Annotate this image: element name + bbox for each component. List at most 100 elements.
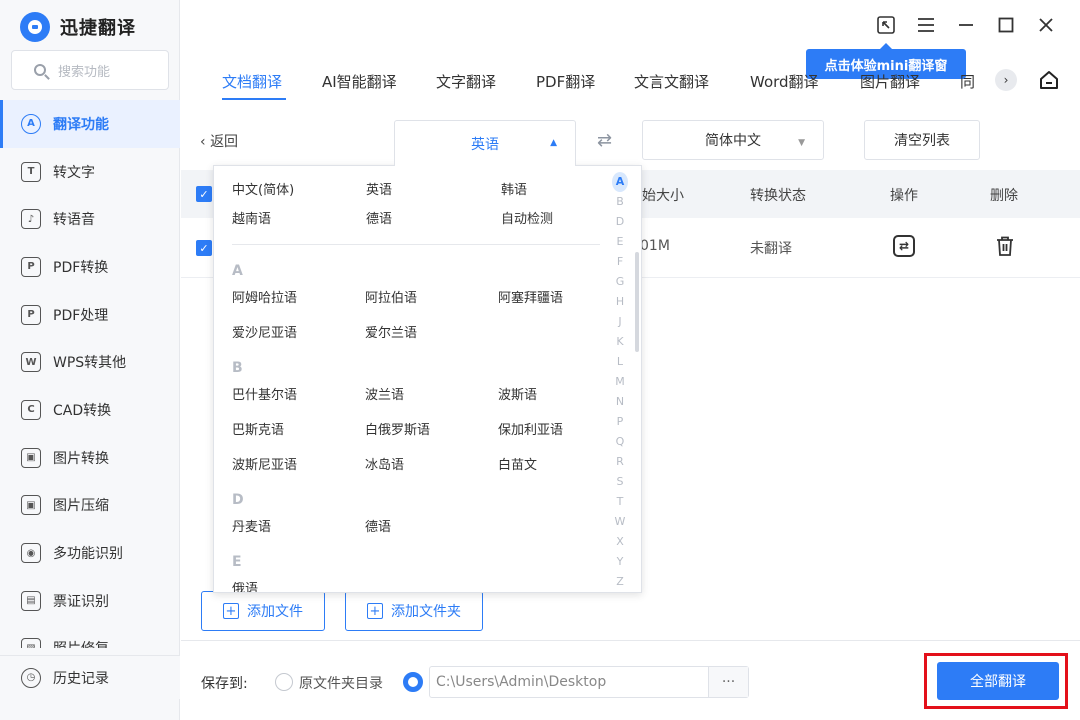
pdf-convert-icon: P [21, 256, 41, 277]
language-option[interactable]: 阿拉伯语 [365, 287, 417, 306]
delete-icon[interactable] [996, 236, 1014, 256]
tab-7[interactable]: 同 [942, 66, 982, 96]
alphabet-letter[interactable]: J [612, 312, 628, 332]
language-option[interactable]: 爱尔兰语 [365, 322, 417, 341]
language-option[interactable]: 俄语 [232, 578, 258, 592]
sidebar-item-2[interactable]: ♪ 转语音 [0, 195, 180, 243]
sidebar-item-8[interactable]: ▣ 图片压缩 [0, 482, 180, 530]
search-placeholder: 搜索功能 [58, 64, 111, 80]
source-language-select[interactable]: 英语 ▲ [394, 120, 576, 166]
translate-all-button[interactable]: 全部翻译 [937, 662, 1059, 700]
original-dir-radio[interactable] [275, 673, 293, 691]
sidebar-item-label: 转语音 [53, 212, 95, 229]
maximize-icon[interactable] [993, 12, 1019, 38]
language-option[interactable]: 德语 [365, 516, 391, 535]
sidebar-item-0[interactable]: A 翻译功能 [0, 100, 180, 148]
language-option[interactable]: 阿塞拜疆语 [498, 287, 563, 306]
target-language-select[interactable]: 简体中文 ▼ [642, 120, 824, 160]
minimize-icon[interactable] [953, 12, 979, 38]
language-option[interactable]: 巴斯克语 [232, 419, 284, 438]
search-input[interactable]: 搜索功能 [11, 50, 169, 90]
eye-icon: ◉ [21, 543, 41, 564]
language-option[interactable]: 韩语 [501, 179, 527, 198]
alphabet-letter[interactable]: N [612, 392, 628, 412]
clear-list-button[interactable]: 清空列表 [864, 120, 980, 160]
alphabet-letter[interactable]: K [612, 332, 628, 352]
sidebar-item-9[interactable]: ◉ 多功能识别 [0, 529, 180, 577]
language-option[interactable]: 波斯语 [498, 384, 537, 403]
menu-icon[interactable] [913, 12, 939, 38]
alphabet-letter[interactable]: A [612, 172, 628, 192]
language-option[interactable]: 白俄罗斯语 [365, 419, 430, 438]
alphabet-letter[interactable]: W [612, 512, 628, 532]
close-icon[interactable] [1033, 12, 1059, 38]
language-option[interactable]: 越南语 [232, 208, 271, 227]
sidebar-item-5[interactable]: W WPS转其他 [0, 338, 180, 386]
back-button[interactable]: ‹ 返回 [200, 131, 238, 151]
history-button[interactable]: ◷ 历史记录 [0, 655, 180, 699]
alphabet-letter[interactable]: S [612, 472, 628, 492]
alphabet-letter[interactable]: M [612, 372, 628, 392]
tabs-scroll-right-icon[interactable]: › [995, 69, 1017, 91]
sidebar-item-label: 照片修复 [53, 638, 109, 648]
language-option[interactable]: 中文(简体) [232, 179, 294, 198]
wps-icon: W [21, 352, 41, 373]
alphabet-letter[interactable]: Q [612, 432, 628, 452]
language-option[interactable]: 自动检测 [501, 208, 553, 227]
alphabet-letter[interactable]: Z [612, 572, 628, 592]
alphabet-letter[interactable]: H [612, 292, 628, 312]
alphabet-letter[interactable]: E [612, 232, 628, 252]
sidebar-item-4[interactable]: P PDF处理 [0, 291, 180, 339]
swap-languages-icon[interactable]: ⇄ [597, 130, 612, 151]
alphabet-letter[interactable]: X [612, 532, 628, 552]
add-file-label: 添加文件 [247, 604, 303, 620]
language-option[interactable]: 冰岛语 [365, 454, 404, 473]
alphabet-letter[interactable]: Y [612, 552, 628, 572]
language-option[interactable]: 巴什基尔语 [232, 384, 297, 403]
add-file-button[interactable]: + 添加文件 [201, 591, 325, 631]
convert-icon[interactable]: ⇄ [893, 235, 915, 257]
alphabet-letter[interactable]: R [612, 452, 628, 472]
alphabet-letter[interactable]: F [612, 252, 628, 272]
language-option[interactable]: 丹麦语 [232, 516, 271, 535]
browse-button[interactable]: ··· [708, 667, 748, 697]
output-path-field[interactable]: C:\Users\Admin\Desktop ··· [429, 666, 749, 698]
language-option[interactable]: 德语 [366, 208, 392, 227]
tab-5[interactable]: Word翻译 [732, 66, 842, 96]
sidebar-item-1[interactable]: T 转文字 [0, 148, 180, 196]
language-option[interactable]: 波斯尼亚语 [232, 454, 297, 473]
alphabet-letter[interactable]: P [612, 412, 628, 432]
select-all-checkbox[interactable]: ✓ [196, 186, 212, 202]
cad-icon: C [21, 399, 41, 420]
sidebar-item-10[interactable]: ▤ 票证识别 [0, 577, 180, 625]
tab-6[interactable]: 图片翻译 [842, 66, 942, 96]
row-checkbox[interactable]: ✓ [196, 240, 212, 256]
sidebar-item-3[interactable]: P PDF转换 [0, 243, 180, 291]
language-option[interactable]: 爱沙尼亚语 [232, 322, 297, 341]
alphabet-letter[interactable]: L [612, 352, 628, 372]
header-delete: 删除 [990, 188, 1018, 204]
alphabet-letter[interactable]: B [612, 192, 628, 212]
home-icon[interactable] [1036, 67, 1062, 93]
alphabet-letter[interactable]: D [612, 212, 628, 232]
sidebar-item-11[interactable]: ▧ 照片修复 [0, 625, 180, 648]
language-option[interactable]: 保加利亚语 [498, 419, 563, 438]
mini-window-icon[interactable] [873, 12, 899, 38]
add-folder-button[interactable]: + 添加文件夹 [345, 591, 483, 631]
dropdown-scrollbar[interactable] [635, 252, 639, 352]
tab-4[interactable]: 文言文翻译 [616, 66, 732, 96]
tab-1[interactable]: AI智能翻译 [304, 66, 418, 96]
tab-2[interactable]: 文字翻译 [418, 66, 518, 96]
tab-0[interactable]: 文档翻译 [204, 66, 304, 100]
language-option[interactable]: 波兰语 [365, 384, 404, 403]
sidebar-item-7[interactable]: ▣ 图片转换 [0, 434, 180, 482]
language-option[interactable]: 白苗文 [498, 454, 537, 473]
language-option[interactable]: 英语 [366, 179, 392, 198]
alphabet-letter[interactable]: T [612, 492, 628, 512]
custom-dir-radio[interactable] [403, 672, 423, 692]
language-option[interactable]: 阿姆哈拉语 [232, 287, 297, 306]
original-dir-label: 原文件夹目录 [299, 676, 383, 692]
alphabet-letter[interactable]: G [612, 272, 628, 292]
tab-3[interactable]: PDF翻译 [518, 66, 616, 96]
sidebar-item-6[interactable]: C CAD转换 [0, 386, 180, 434]
